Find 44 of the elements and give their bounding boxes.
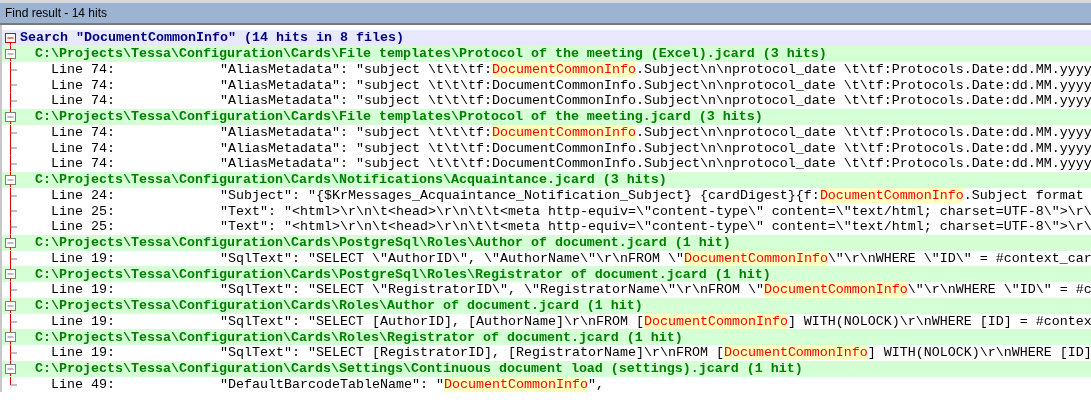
tree-branch-icon xyxy=(10,250,18,267)
line-number: Line 74: xyxy=(50,77,116,93)
line-number: Line 74: xyxy=(50,93,116,109)
result-text[interactable]: "AliasMetadata": "subject \t\t\tf:DocumentCommonInfo.Subject\n\nprotocol_date \t\tf:Protocols.Date:dd.MM.yyyy xyxy=(220,124,1091,140)
result-text[interactable]: "Text": "<html>\r\n\t<head>\r\n\t\t<meta http-equiv=\"content-type\" content=\"text/html; charset=UTF-8\">\r\ xyxy=(220,219,1091,235)
panel-title: Find result - 14 hits xyxy=(4,5,109,22)
line-number: Line 49: xyxy=(50,376,116,392)
collapse-icon[interactable] xyxy=(5,332,16,343)
line-number: Line 19: xyxy=(50,250,116,266)
result-text[interactable]: "Text": "<html>\r\n\t<head>\r\n\t\t<meta http-equiv=\"content-type\" content=\"text/html; charset=UTF-8\">\r\ xyxy=(220,203,1091,219)
line-number: Line 25: xyxy=(50,203,116,219)
collapse-icon[interactable] xyxy=(5,48,16,59)
result-text[interactable]: "DefaultBarcodeTableName": "DocumentCommonInfo", xyxy=(220,376,604,392)
collapse-icon[interactable] xyxy=(5,33,16,44)
result-text[interactable]: "AliasMetadata": "subject \t\t\tf:DocumentCommonInfo.Subject\n\nprotocol_date \t\tf:Protocols.Date:dd.MM.yyyy xyxy=(220,77,1091,93)
tree-branch-icon xyxy=(10,313,18,330)
result-text[interactable]: "AliasMetadata": "subject \t\t\tf:DocumentCommonInfo.Subject\n\nprotocol_date \t\tf:Protocols.Date:dd.MM.yyyy xyxy=(220,61,1091,77)
result-text[interactable]: "SqlText": "SELECT [RegistratorID], [RegistratorName]\r\nFROM [DocumentCommonInfo] WITH(NOLOCK)\r\nWHERE [ID] xyxy=(220,345,1091,361)
result-text[interactable]: "SqlText": "SELECT \"AuthorID\", \"AuthorName\"\r\nFROM \"DocumentCommonInfo\"\r\nWHERE \"ID\" = #context_car xyxy=(220,250,1091,266)
line-number: Line 74: xyxy=(50,61,116,77)
tree-branch-icon xyxy=(10,282,18,298)
line-number: Line 19: xyxy=(50,282,116,298)
collapse-icon[interactable] xyxy=(5,269,16,280)
result-text[interactable]: "SqlText": "SELECT \"RegistratorID\", \"RegistratorName\"\r\nFROM \"DocumentCommonInfo\"\r\nWHERE \"ID\" = #c xyxy=(220,282,1091,298)
line-number: Line 74: xyxy=(50,156,116,172)
tree-branch-icon xyxy=(10,345,18,361)
line-number: Line 74: xyxy=(50,124,116,140)
line-number: Line 19: xyxy=(50,313,116,329)
collapse-icon[interactable] xyxy=(5,174,16,185)
collapse-icon[interactable] xyxy=(5,111,16,122)
collapse-icon[interactable] xyxy=(5,237,16,248)
line-number: Line 19: xyxy=(50,345,116,361)
line-number: Line 25: xyxy=(50,219,116,235)
collapse-icon[interactable] xyxy=(5,363,16,374)
result-text[interactable]: "SqlText": "SELECT [AuthorID], [AuthorName]\r\nFROM [DocumentCommonInfo] WITH(NOLOCK)\r\nWHERE [ID] = #contex xyxy=(220,313,1091,329)
result-text[interactable]: "AliasMetadata": "subject \t\t\tf:DocumentCommonInfo.Subject\n\nprotocol_date \t\tf:Protocols.Date:dd.MM.yyyy xyxy=(220,156,1091,172)
line-number: Line 24: xyxy=(50,187,116,203)
result-text[interactable]: "AliasMetadata": "subject \t\t\tf:DocumentCommonInfo.Subject\n\nprotocol_date \t\tf:Protocols.Date:dd.MM.yyyy xyxy=(220,93,1091,109)
tree-branch-icon xyxy=(10,376,18,386)
line-number: Line 74: xyxy=(50,140,116,156)
search-summary: Search "DocumentCommonInfo" (14 hits in 8 files) xyxy=(19,30,404,46)
result-text[interactable]: "AliasMetadata": "subject \t\t\tf:DocumentCommonInfo.Subject\n\nprotocol_date \t\tf:Protocols.Date:dd.MM.yyyy xyxy=(220,140,1091,156)
result-text[interactable]: "Subject": "{$KrMessages_Acquaintance_Notification_Subject} {cardDigest}{f:DocumentCommonInfo.Subject format xyxy=(220,187,1084,203)
collapse-icon[interactable] xyxy=(5,300,16,311)
